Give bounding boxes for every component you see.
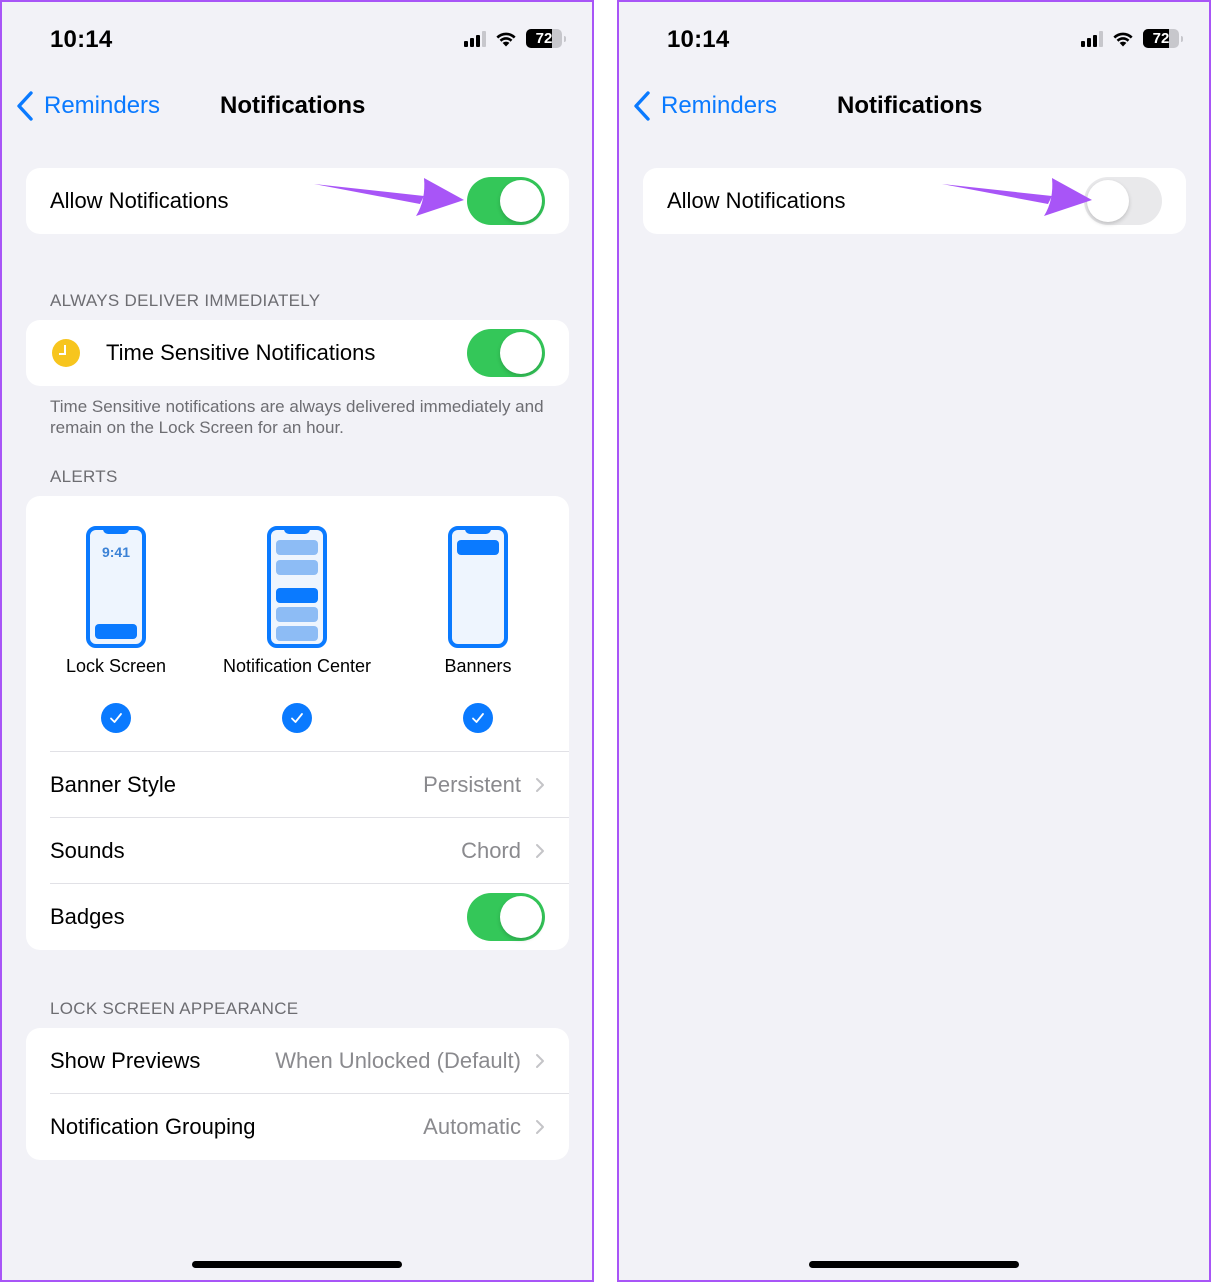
alert-option-banners[interactable]: Banners xyxy=(388,526,568,733)
alert-style-options: 9:41 Lock Screen Notification Center Ban… xyxy=(26,496,569,752)
back-label: Reminders xyxy=(661,92,778,119)
battery-tip xyxy=(1181,35,1183,42)
screenshot-before: 10:14 72 Reminders Notifications Allow N… xyxy=(0,0,594,1282)
allow-notifications-row: Allow Notifications xyxy=(26,168,569,234)
allow-notifications-toggle[interactable] xyxy=(1084,177,1162,225)
chevron-right-icon xyxy=(536,778,544,792)
lock-screen-preview-icon: 9:41 xyxy=(86,526,146,648)
toggle-knob xyxy=(500,332,542,374)
battery-icon: 72 xyxy=(1143,29,1179,48)
time-sensitive-row: Time Sensitive Notifications xyxy=(26,320,569,386)
wifi-icon xyxy=(1113,32,1133,47)
home-indicator[interactable] xyxy=(192,1261,402,1268)
time-sensitive-footer: Time Sensitive notifications are always … xyxy=(50,397,544,437)
battery-percent: 72 xyxy=(1152,30,1170,47)
allow-notifications-toggle[interactable] xyxy=(467,177,545,225)
back-button[interactable]: Reminders xyxy=(631,90,777,122)
alert-option-label: Banners xyxy=(444,656,512,676)
navigation-bar: Reminders Notifications xyxy=(619,82,1209,134)
battery-percent: 72 xyxy=(535,30,553,47)
time-sensitive-group: Time Sensitive Notifications xyxy=(26,320,569,386)
checkmark-icon[interactable] xyxy=(101,703,131,733)
alert-option-lock-screen[interactable]: 9:41 Lock Screen xyxy=(26,526,206,733)
preview-time: 9:41 xyxy=(101,544,131,560)
show-previews-value: When Unlocked (Default) xyxy=(275,1048,521,1073)
checkmark-icon[interactable] xyxy=(463,703,493,733)
allow-notifications-label: Allow Notifications xyxy=(667,188,846,213)
status-time: 10:14 xyxy=(50,26,113,53)
notification-grouping-value: Automatic xyxy=(423,1114,521,1139)
battery-icon: 72 xyxy=(526,29,562,48)
notification-center-preview-icon xyxy=(267,526,327,648)
status-icons: 72 xyxy=(1081,29,1183,48)
allow-notifications-group: Allow Notifications xyxy=(643,168,1186,234)
back-button[interactable]: Reminders xyxy=(14,90,160,122)
banner-style-value: Persistent xyxy=(423,772,521,797)
cellular-signal-icon xyxy=(1081,30,1103,47)
show-previews-label: Show Previews xyxy=(50,1048,201,1073)
navigation-bar: Reminders Notifications xyxy=(2,82,592,134)
page-title: Notifications xyxy=(837,92,983,119)
banners-preview-icon xyxy=(448,526,508,648)
toggle-knob xyxy=(1087,180,1129,222)
back-label: Reminders xyxy=(44,92,161,119)
badges-label: Badges xyxy=(50,904,125,929)
time-sensitive-toggle[interactable] xyxy=(467,329,545,377)
status-bar: 10:14 72 xyxy=(2,2,592,72)
status-time: 10:14 xyxy=(667,26,730,53)
notification-grouping-row[interactable]: Notification Grouping Automatic xyxy=(26,1094,569,1160)
home-indicator[interactable] xyxy=(809,1261,1019,1268)
chevron-left-icon xyxy=(634,91,650,121)
checkmark-icon[interactable] xyxy=(282,703,312,733)
toggle-knob xyxy=(500,180,542,222)
chevron-right-icon xyxy=(536,1054,544,1068)
notification-grouping-label: Notification Grouping xyxy=(50,1114,256,1139)
screenshot-after: 10:14 72 Reminders Notifications Allow N… xyxy=(617,0,1211,1282)
section-header-alerts: ALERTS xyxy=(50,467,118,486)
clock-icon xyxy=(52,339,80,367)
allow-notifications-row: Allow Notifications xyxy=(643,168,1186,234)
allow-notifications-group: Allow Notifications xyxy=(26,168,569,234)
wifi-icon xyxy=(496,32,516,47)
badges-row: Badges xyxy=(26,884,569,950)
alert-option-label: Notification Center xyxy=(222,656,372,676)
section-header-lock-screen-appearance: LOCK SCREEN APPEARANCE xyxy=(50,999,299,1018)
sounds-value: Chord xyxy=(461,838,521,863)
status-bar: 10:14 72 xyxy=(619,2,1209,72)
lock-screen-appearance-group: Show Previews When Unlocked (Default) No… xyxy=(26,1028,569,1160)
section-header-always-deliver: ALWAYS DELIVER IMMEDIATELY xyxy=(50,291,321,310)
allow-notifications-label: Allow Notifications xyxy=(50,188,229,213)
banner-style-row[interactable]: Banner Style Persistent xyxy=(26,752,569,818)
sounds-row[interactable]: Sounds Chord xyxy=(26,818,569,884)
show-previews-row[interactable]: Show Previews When Unlocked (Default) xyxy=(26,1028,569,1094)
toggle-knob xyxy=(500,896,542,938)
chevron-right-icon xyxy=(536,1120,544,1134)
alert-option-label: Lock Screen xyxy=(65,656,167,676)
alert-option-notification-center[interactable]: Notification Center xyxy=(207,526,387,733)
time-sensitive-label: Time Sensitive Notifications xyxy=(106,340,376,365)
status-icons: 72 xyxy=(464,29,566,48)
sounds-label: Sounds xyxy=(50,838,125,863)
page-title: Notifications xyxy=(220,92,366,119)
chevron-right-icon xyxy=(536,844,544,858)
badges-toggle[interactable] xyxy=(467,893,545,941)
cellular-signal-icon xyxy=(464,30,486,47)
battery-tip xyxy=(564,35,566,42)
alerts-group: 9:41 Lock Screen Notification Center Ban… xyxy=(26,496,569,950)
chevron-left-icon xyxy=(17,91,33,121)
banner-style-label: Banner Style xyxy=(50,772,176,797)
